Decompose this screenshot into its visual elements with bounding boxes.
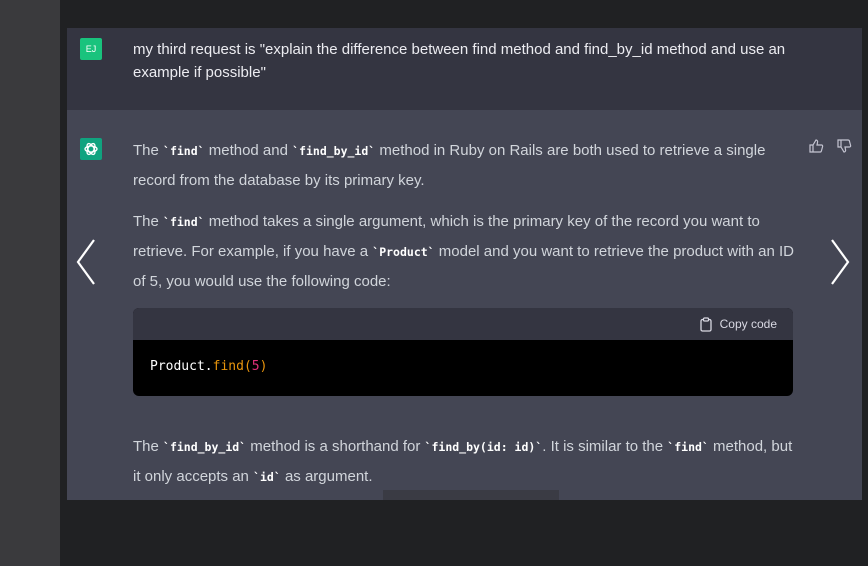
top-bar [60, 0, 868, 28]
answer-paragraph-1: The `find` method and `find_by_id` metho… [133, 142, 766, 189]
inline-code: `find_by_id` [292, 144, 376, 158]
answer-paragraph-3: The `find_by_id` method is a shorthand f… [133, 438, 793, 485]
thumbs-down-icon[interactable] [836, 138, 852, 154]
answer-paragraph-2: The `find` method takes a single argumen… [133, 213, 794, 290]
inline-code: `find` [163, 144, 205, 158]
code-block-header: Copy code [133, 308, 793, 340]
thumbs-up-icon[interactable] [808, 138, 824, 154]
inline-code: `id` [253, 470, 281, 484]
code-block: Copy code Product.find(5) [133, 308, 793, 396]
clipboard-icon [699, 316, 712, 332]
copy-code-label: Copy code [719, 316, 777, 331]
inline-code: `find_by_id` [163, 440, 247, 454]
chevron-left-icon[interactable] [72, 232, 102, 292]
inline-code: `find_by(id: id)` [424, 440, 543, 454]
user-message-row: EJ my third request is "explain the diff… [67, 28, 862, 110]
assistant-message-row: The `find` method and `find_by_id` metho… [67, 110, 862, 500]
inline-code: `find` [163, 215, 205, 229]
feedback-buttons [808, 138, 852, 154]
scroll-overlay [383, 490, 559, 500]
assistant-answer: The `find` method and `find_by_id` metho… [133, 136, 797, 500]
left-panel [0, 0, 60, 566]
openai-logo-icon [80, 138, 102, 160]
inline-code: `find` [667, 440, 709, 454]
code-content: Product.find(5) [150, 359, 268, 374]
inline-code: `Product` [372, 245, 435, 259]
copy-code-button[interactable]: Copy code [699, 310, 777, 339]
user-avatar: EJ [80, 38, 102, 60]
user-message-text: my third request is "explain the differe… [133, 41, 786, 81]
chevron-right-icon[interactable] [826, 232, 856, 292]
